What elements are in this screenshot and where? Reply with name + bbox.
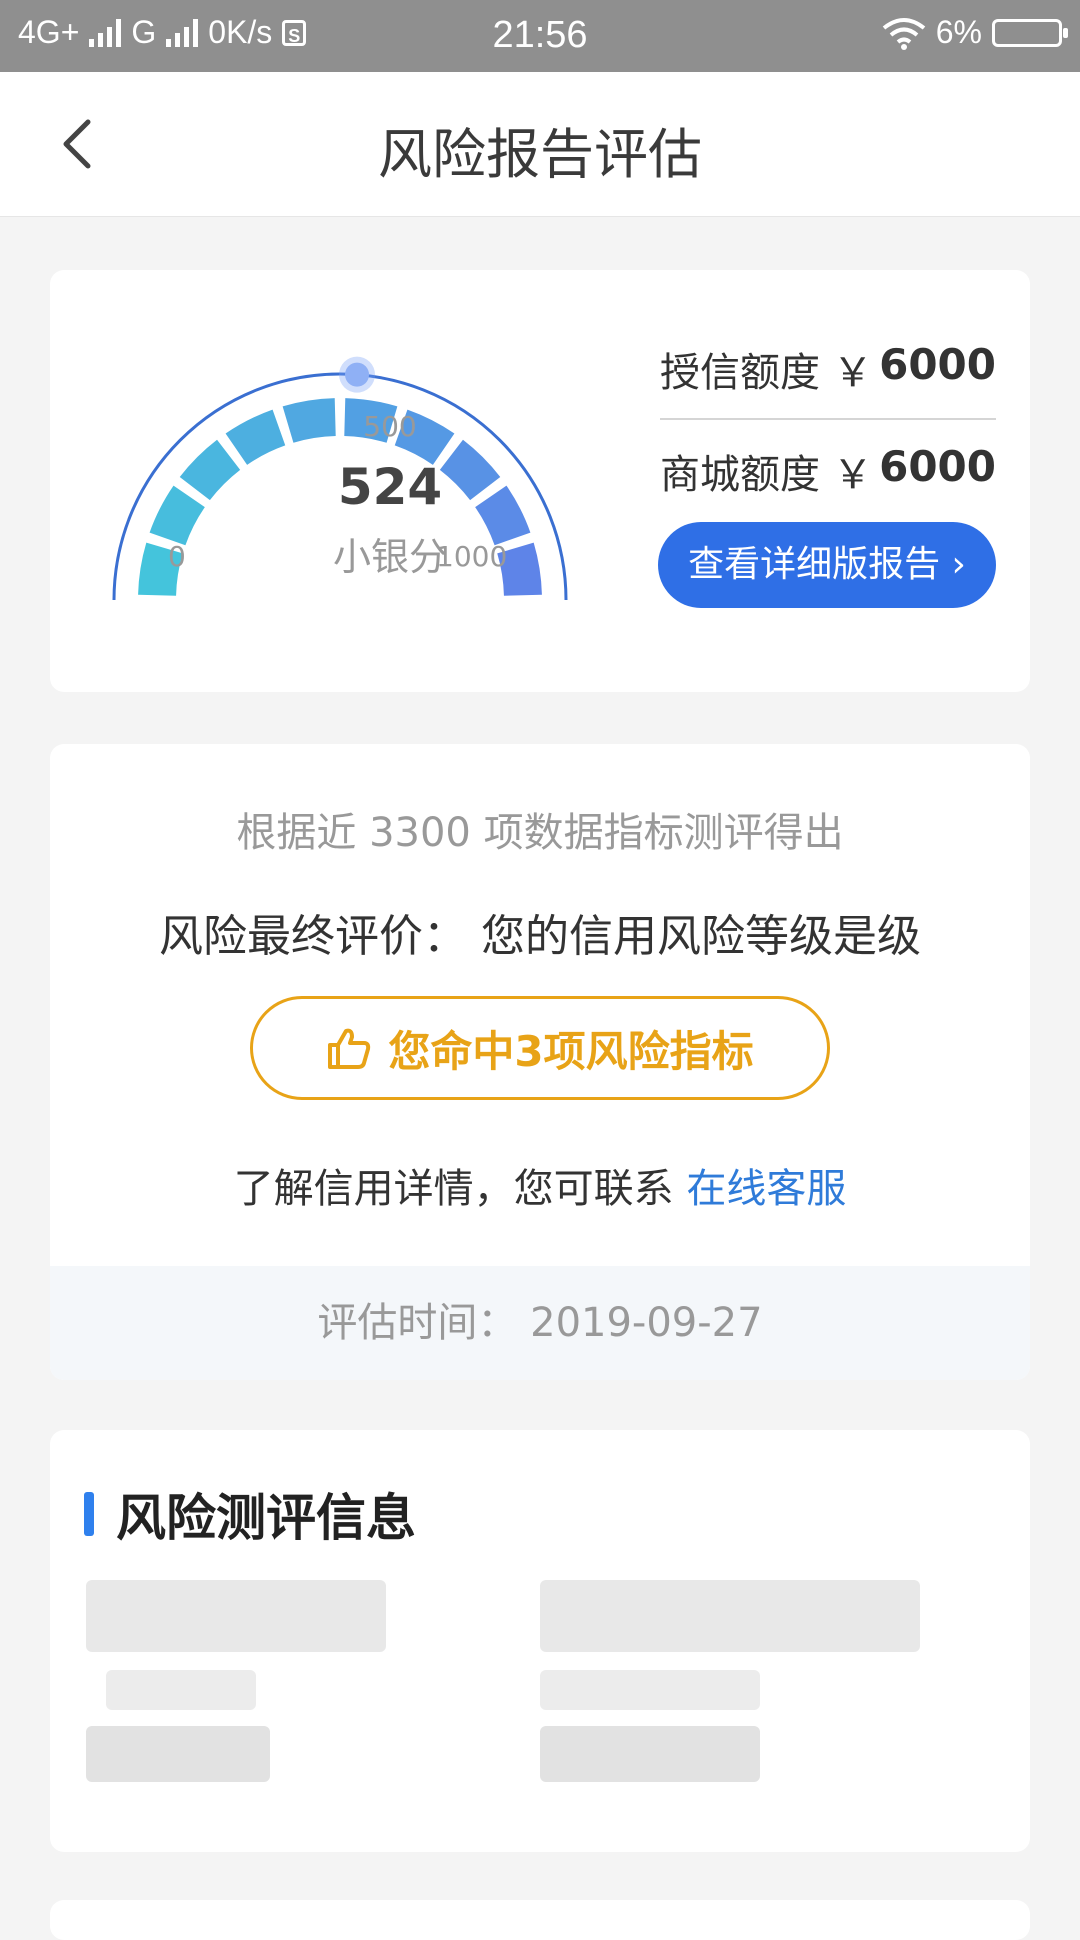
gauge-segment bbox=[149, 485, 205, 546]
gauge-tick-min: 0 bbox=[168, 540, 186, 573]
thumbs-up-icon bbox=[328, 1028, 371, 1069]
battery-icon bbox=[992, 18, 1068, 47]
evaluation-card: 根据近 3300 项数据指标测评得出 风险最终评价： 您的信用风险等级是级 您命… bbox=[50, 744, 1030, 1380]
risk-info-card: 风险测评信息 bbox=[50, 1430, 1030, 1852]
online-service-link[interactable]: 在线客服 bbox=[686, 1166, 846, 1212]
gauge-score: 524 bbox=[337, 458, 443, 516]
page-title: 风险报告评估 bbox=[378, 123, 702, 186]
risk-hit-text: 您命中3项风险指标 bbox=[388, 1026, 754, 1076]
evaluation-final: 风险最终评价： 您的信用风险等级是级 bbox=[159, 911, 921, 962]
section-title: 风险测评信息 bbox=[116, 1489, 416, 1547]
next-card bbox=[50, 1900, 1030, 1940]
nav-bar: 风险报告评估 bbox=[0, 72, 1080, 217]
evaluation-time: 评估时间： 2019-09-27 bbox=[50, 1266, 1030, 1380]
wifi-icon bbox=[882, 17, 925, 50]
credit-limit-row: 授信额度 ￥ 6000 bbox=[660, 340, 996, 398]
mall-limit-row: 商城额度 ￥ 6000 bbox=[660, 442, 996, 500]
risk-hit-badge[interactable]: 您命中3项风险指标 bbox=[250, 996, 830, 1100]
battery-percent: 6% bbox=[935, 14, 982, 50]
view-detailed-report-button[interactable]: 查看详细版报告 › bbox=[658, 522, 996, 608]
blurred-content bbox=[540, 1726, 760, 1782]
gauge-indicator bbox=[345, 362, 370, 387]
limit-divider bbox=[660, 418, 996, 420]
section-accent bbox=[84, 1492, 94, 1536]
blurred-content bbox=[106, 1670, 256, 1710]
credit-limit-value: 6000 bbox=[879, 340, 996, 389]
mall-limit-label: 商城额度 ￥ bbox=[660, 452, 873, 498]
gauge-segment bbox=[225, 409, 286, 465]
contact-line: 了解信用详情，您可联系 在线客服 bbox=[50, 1156, 1030, 1214]
gauge-segment bbox=[282, 398, 336, 443]
blurred-content bbox=[86, 1580, 386, 1652]
blurred-content bbox=[540, 1580, 920, 1652]
mall-limit-value: 6000 bbox=[879, 442, 996, 491]
status-right: 6% bbox=[882, 14, 1068, 51]
contact-prefix: 了解信用详情，您可联系 bbox=[233, 1166, 687, 1212]
blurred-content bbox=[540, 1670, 760, 1710]
gauge-segment bbox=[179, 439, 241, 501]
gauge-tick-mid: 500 bbox=[363, 410, 417, 443]
evaluation-subtitle: 根据近 3300 项数据指标测评得出 bbox=[236, 810, 844, 856]
blurred-content bbox=[86, 1726, 270, 1782]
status-bar: 4G+ G 0K/s S 21:56 6% bbox=[0, 0, 1080, 72]
credit-limit-label: 授信额度 ￥ bbox=[660, 350, 873, 396]
score-card: 500 524 小银分 0 1000 授信额度 ￥ 6000 商城额度 ￥ 60… bbox=[50, 270, 1030, 692]
gauge-tick-max: 1000 bbox=[436, 540, 508, 573]
